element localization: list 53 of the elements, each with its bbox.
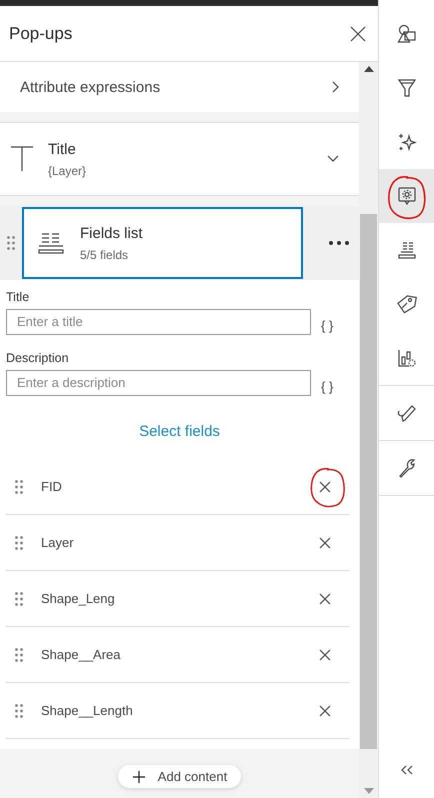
tag-icon xyxy=(396,294,416,314)
sparkle-icon xyxy=(396,132,416,152)
field-label: Description xyxy=(6,351,70,365)
input-field[interactable]: Enter a description xyxy=(6,370,311,396)
popup-settings-icon xyxy=(396,186,416,206)
double-chevron-left-icon xyxy=(400,765,414,775)
more-icon xyxy=(329,241,349,245)
close-button[interactable] xyxy=(350,26,366,42)
filter-icon xyxy=(398,78,416,98)
field-name: Shape__Area xyxy=(41,647,122,662)
field-name: Layer xyxy=(41,535,75,550)
drag-handle-icon xyxy=(15,480,23,494)
drag-handle-icon xyxy=(15,592,23,606)
close-icon xyxy=(319,480,331,492)
block-summary: 5/5 fields xyxy=(80,248,130,262)
panel-title: Pop-ups xyxy=(9,24,72,44)
scrollbar[interactable] xyxy=(359,62,378,798)
wrench-icon xyxy=(396,458,416,478)
input-field[interactable]: Enter a title xyxy=(6,308,311,334)
field-name: Shape_Leng xyxy=(41,591,116,606)
field-label: Title xyxy=(6,290,30,304)
field-name: FID xyxy=(41,479,63,494)
chevron-down-icon xyxy=(327,155,339,163)
drag-handle-icon xyxy=(15,704,23,718)
attribute-expressions-item[interactable]: Attribute expressions xyxy=(0,62,359,112)
field-name: Shape__Length xyxy=(41,703,134,718)
toolbar-button[interactable] xyxy=(379,169,434,223)
expression-button[interactable]: { } xyxy=(321,314,334,337)
title-block[interactable]: Title {Layer} xyxy=(0,122,359,196)
chart-settings-icon xyxy=(396,348,416,368)
drag-handle-icon xyxy=(15,536,23,550)
fields-list-icon xyxy=(396,240,416,260)
close-icon xyxy=(319,648,331,660)
shapes-icon xyxy=(396,24,416,44)
close-icon xyxy=(350,26,366,42)
block-value: {Layer} xyxy=(48,164,88,178)
chevron-right-icon xyxy=(331,81,339,93)
pencil-icon xyxy=(396,403,416,423)
drag-handle-icon xyxy=(15,648,23,662)
add-content-button[interactable]: Add content xyxy=(118,765,242,788)
scroll-up-icon[interactable] xyxy=(364,66,374,72)
block-title: Fields list xyxy=(80,224,144,242)
drag-handle-icon xyxy=(7,236,15,250)
close-icon xyxy=(319,704,331,716)
plus-icon xyxy=(132,770,146,784)
select-fields-link[interactable]: Select fields xyxy=(133,422,226,441)
block-title: Title xyxy=(48,140,77,158)
fields-list-icon xyxy=(38,232,64,254)
text-icon xyxy=(10,146,34,172)
close-icon xyxy=(319,592,331,604)
close-icon xyxy=(319,536,331,548)
fields-list-card[interactable]: Fields list 5/5 fields xyxy=(22,207,303,279)
expression-button[interactable]: { } xyxy=(321,375,334,398)
